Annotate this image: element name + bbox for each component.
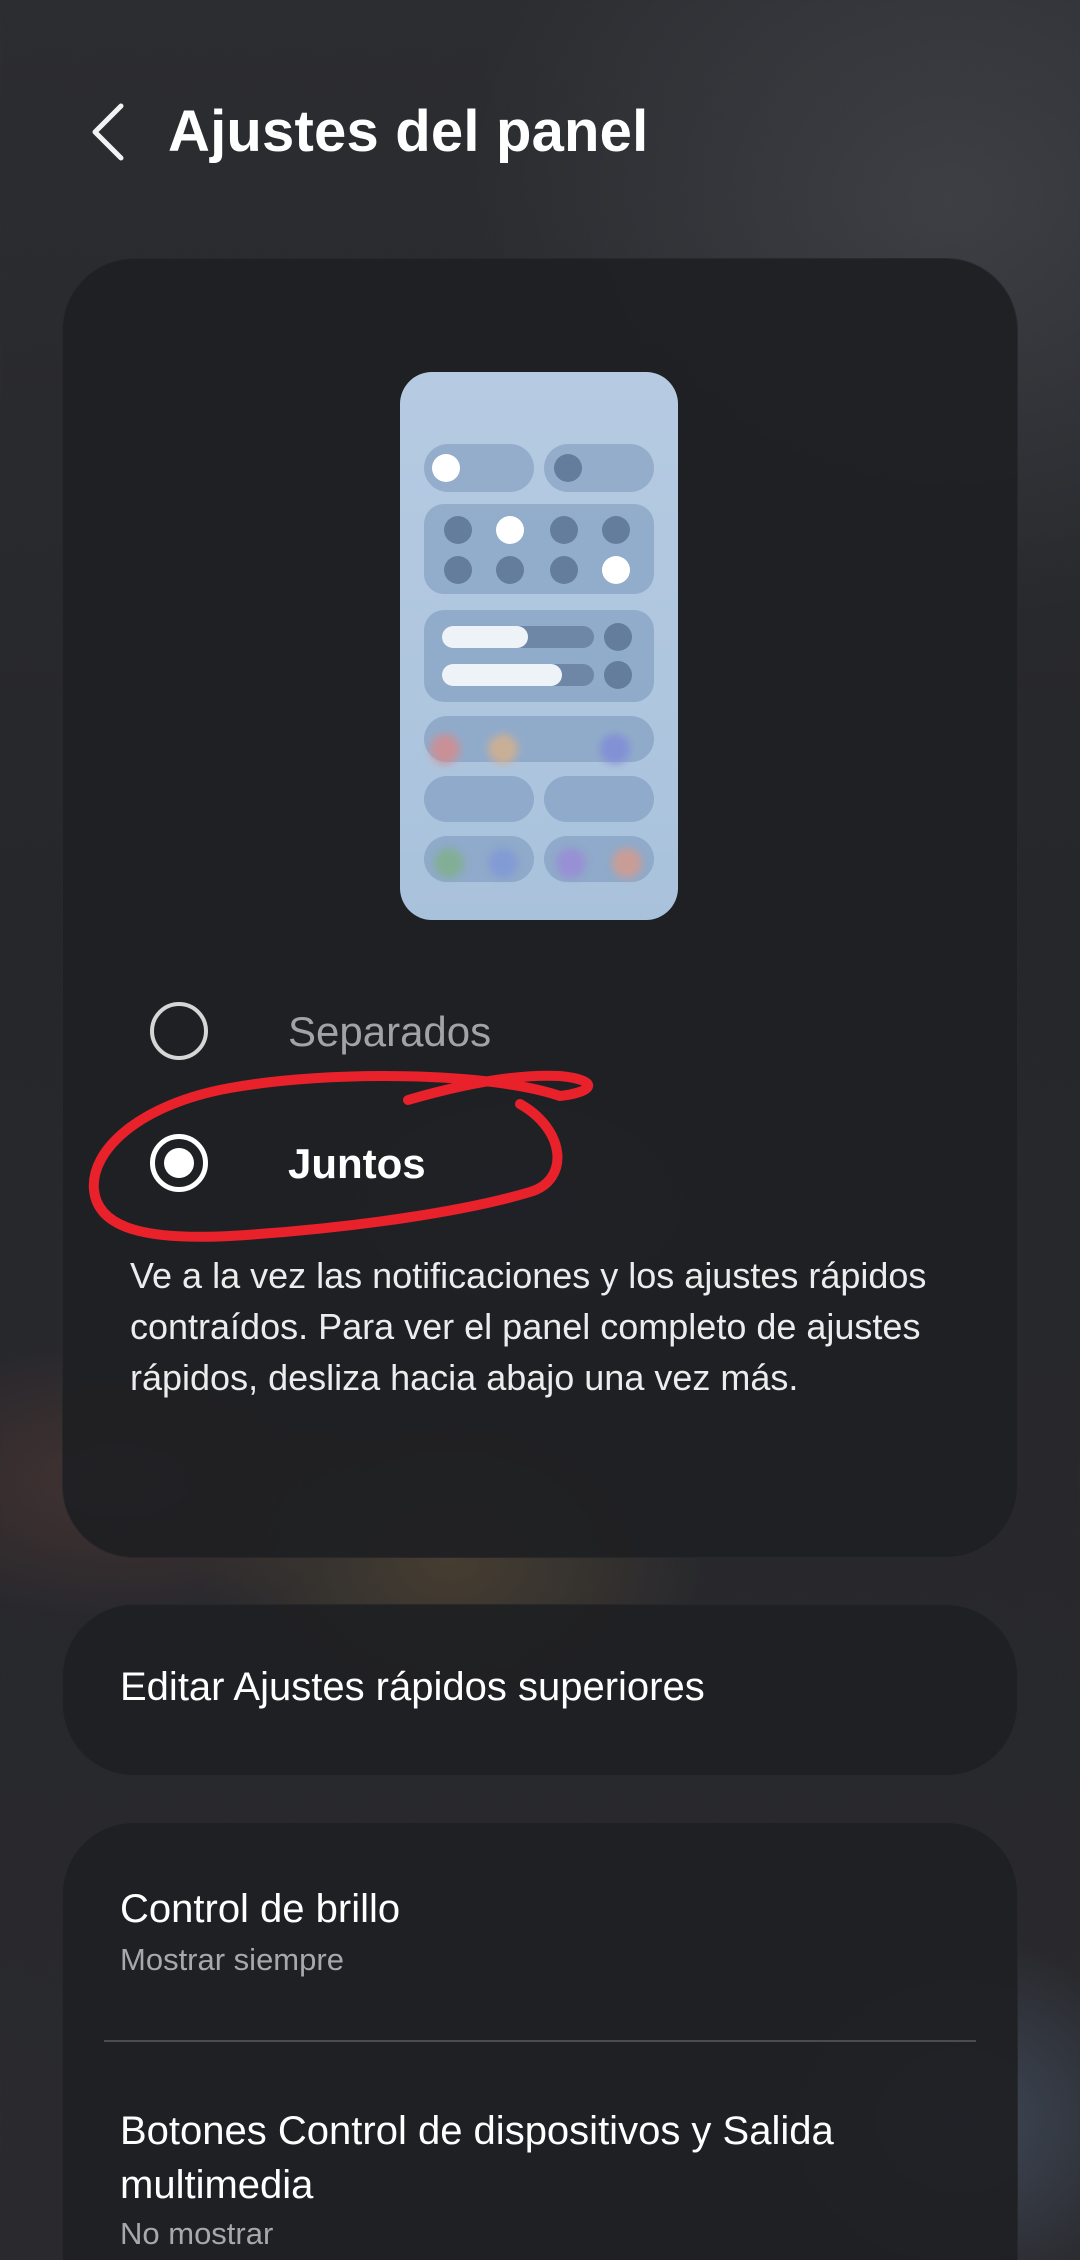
option-juntos[interactable]: Juntos	[148, 1118, 908, 1208]
option-description: Ve a la vez las notificaciones y los aju…	[130, 1255, 927, 1398]
list-item-title: Botones Control de dispositivos y Salida…	[120, 2109, 834, 2207]
radio-button-separados[interactable]	[150, 1002, 208, 1060]
list-divider	[104, 2040, 976, 2042]
option-separados[interactable]: Separados	[148, 986, 908, 1076]
chevron-left-icon	[92, 103, 124, 161]
page-title: Ajustes del panel	[168, 99, 649, 164]
back-button[interactable]	[78, 92, 138, 172]
edit-quick-settings-label: Editar Ajustes rápidos superiores	[120, 1665, 705, 1709]
radio-button-juntos[interactable]	[150, 1134, 208, 1192]
app-header: Ajustes del panel	[0, 0, 1080, 270]
list-item-title: Control de brillo	[120, 1887, 401, 1931]
list-item-subtitle: Mostrar siempre	[120, 1942, 344, 1977]
option-label-juntos: Juntos	[288, 1140, 426, 1187]
panel-preview-illustration	[400, 372, 678, 920]
option-label-separados: Separados	[288, 1008, 492, 1055]
list-item-subtitle: No mostrar	[120, 2216, 274, 2251]
